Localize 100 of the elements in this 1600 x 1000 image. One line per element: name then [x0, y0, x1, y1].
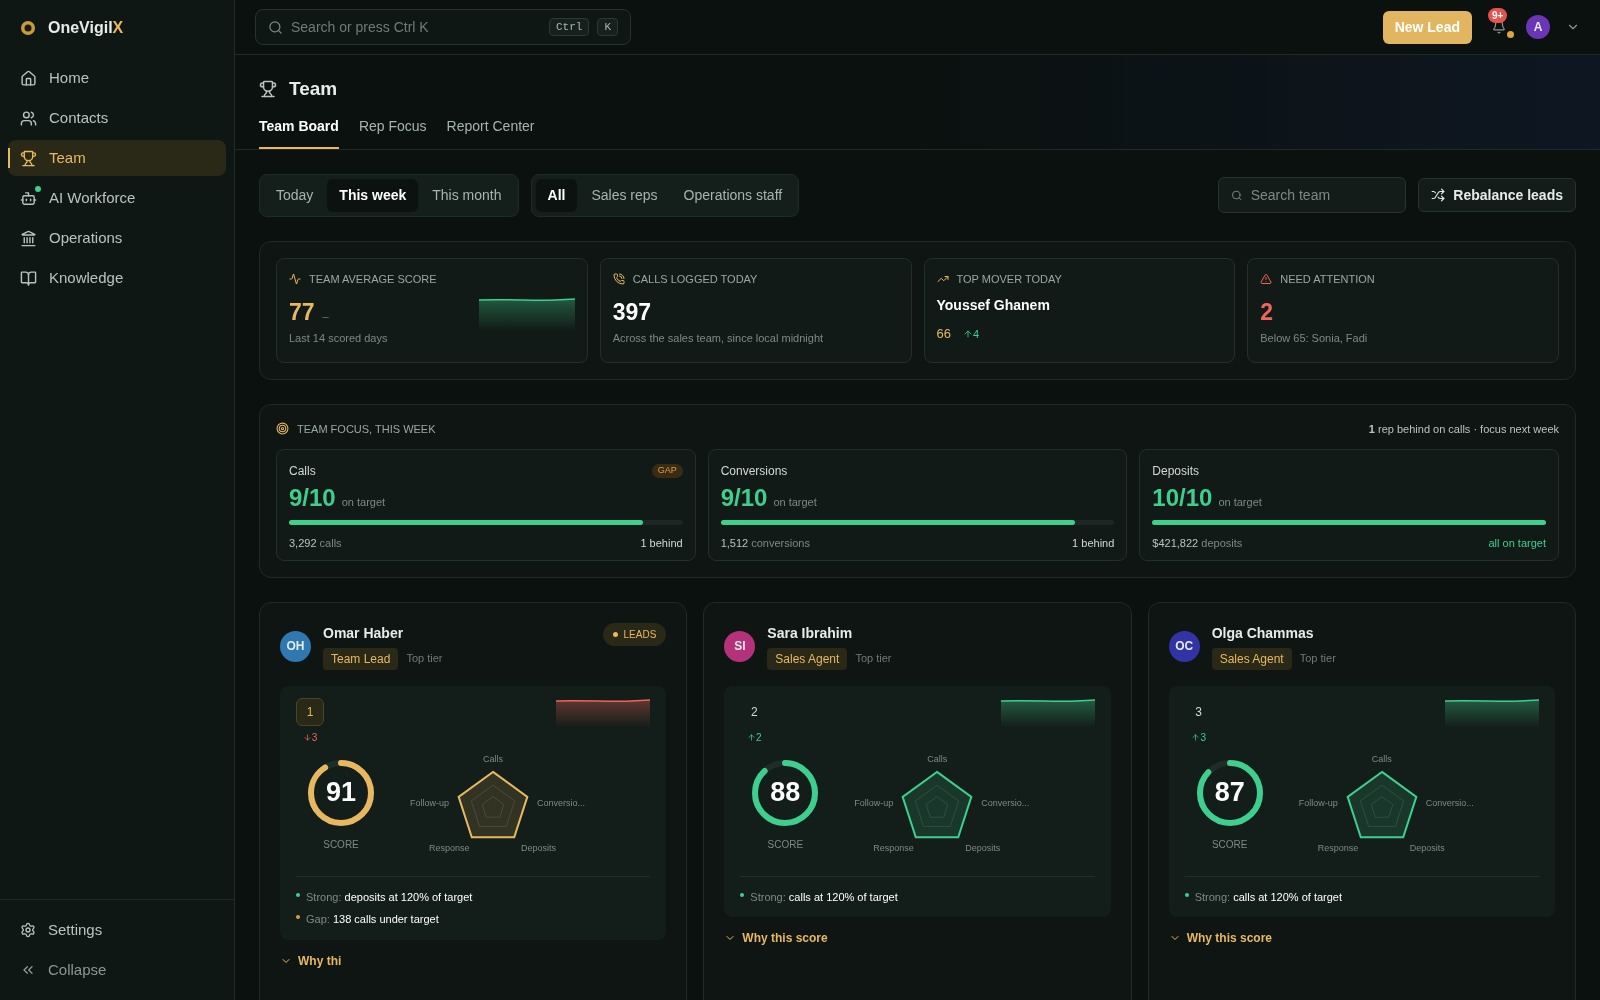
metric-suffix: on target: [341, 495, 386, 510]
radar-axis-label: Follow-up: [854, 797, 894, 811]
sparkline-icon: [1000, 697, 1095, 728]
user-avatar[interactable]: A: [1526, 15, 1550, 39]
sparkline-icon: [556, 697, 651, 728]
logo-icon: [20, 20, 36, 36]
nav-icon: [20, 189, 37, 207]
rebalance-leads-button[interactable]: Rebalance leads: [1418, 178, 1576, 212]
radar-axis-label: Calls: [1370, 752, 1393, 766]
mover-delta: 4: [962, 325, 980, 342]
leads-badge: LEADS: [602, 622, 667, 646]
nav-icon: [20, 229, 37, 247]
metric-suffix: on target: [773, 495, 817, 510]
settings-button[interactable]: Settings: [8, 912, 226, 948]
filter-tab[interactable]: This month: [420, 178, 514, 212]
nav-item[interactable]: Home: [8, 60, 226, 96]
stat-value: 77: [289, 298, 315, 327]
score-label: SCORE: [767, 837, 804, 852]
nav-item[interactable]: Team: [8, 140, 226, 176]
why-score-toggle[interactable]: Why thi: [280, 951, 342, 970]
stat-label: TEAM AVERAGE SCORE: [309, 271, 437, 287]
page-tab[interactable]: Rep Focus: [358, 115, 427, 149]
page-tab[interactable]: Report Center: [446, 115, 535, 149]
note-text: Gap: 138 calls under target: [306, 912, 439, 927]
filter-tab[interactable]: This week: [327, 178, 419, 212]
stat-label: CALLS LOGGED TODAY: [632, 271, 758, 287]
metric-count: 3,292 calls: [289, 536, 342, 551]
nav-icon: [20, 149, 37, 167]
trophy-icon: [259, 80, 277, 99]
metric-status: 1 behind: [640, 536, 683, 551]
metric-suffix: on target: [1218, 495, 1262, 510]
radar-axis-label: Follow-up: [1298, 797, 1338, 811]
metric-label: Calls: [289, 463, 316, 480]
notification-badge: 9+: [1488, 8, 1508, 23]
tier-label: Top tier: [1299, 651, 1336, 667]
filter-tab[interactable]: Operations staff: [671, 178, 795, 212]
stat-note: Below 65: Sonia, Fadi: [1260, 330, 1369, 346]
radar-axis-label: Conversio...: [537, 797, 586, 811]
note-text: Strong: deposits at 120% of target: [306, 889, 473, 905]
rank-number: 2: [750, 703, 759, 721]
role-tag: Team Lead: [323, 647, 399, 670]
nav-item[interactable]: Contacts: [8, 100, 226, 136]
gap-badge: GAP: [651, 464, 683, 478]
rep-name: Olga Chammas: [1211, 623, 1315, 643]
stat-note: Across the sales team, since local midnight: [612, 330, 825, 346]
search-field[interactable]: Search or press Ctrl K Ctrl K: [255, 9, 631, 45]
team-search-field[interactable]: Search team: [1218, 177, 1407, 213]
rank-number: 1: [296, 697, 324, 726]
note-text: Strong: calls at 120% of target: [750, 889, 898, 905]
search-icon: [268, 19, 283, 35]
stat-icon: [289, 272, 301, 285]
rank-change: 3: [302, 729, 318, 745]
nav-icon: [20, 69, 37, 87]
nav-item[interactable]: AI Workforce: [8, 180, 226, 216]
rep-avatar: SI: [724, 630, 756, 662]
keyboard-key: Ctrl: [549, 17, 590, 37]
score-value: 88: [770, 776, 801, 810]
tier-label: Top tier: [406, 651, 443, 667]
why-score-toggle[interactable]: Why this score: [1168, 929, 1272, 947]
rank-change: 3: [1191, 729, 1206, 745]
radar-axis-label: Calls: [482, 752, 504, 766]
filter-tab[interactable]: All: [535, 178, 578, 212]
metric-count: $421,822 deposits: [1152, 536, 1243, 551]
team-search-input[interactable]: Search team: [1250, 184, 1394, 206]
score-value: 87: [1214, 776, 1245, 810]
shuffle-icon: [1431, 188, 1446, 202]
metric-status: all on target: [1488, 536, 1546, 551]
keyboard-key: K: [597, 17, 618, 37]
radar-axis-label: Calls: [926, 752, 949, 766]
rank-number: 3: [1194, 703, 1203, 721]
nav-item[interactable]: Operations: [8, 220, 226, 256]
page-tab[interactable]: Team Board: [259, 115, 339, 149]
role-tag: Sales Agent: [767, 647, 848, 670]
radar-axis-label: Conversio...: [981, 797, 1030, 811]
metric-status: 1 behind: [1072, 536, 1115, 551]
rep-avatar: OH: [280, 630, 311, 662]
sparkline-icon: [1445, 697, 1539, 728]
score-value: 91: [325, 776, 356, 810]
settings-icon: [20, 922, 36, 938]
why-score-toggle[interactable]: Why this score: [724, 929, 828, 947]
stat-value: Youssef Ghanem: [936, 296, 1051, 315]
target-icon: [276, 422, 289, 436]
note-text: Strong: calls at 120% of target: [1194, 889, 1343, 905]
stat-label: NEED ATTENTION: [1280, 271, 1375, 287]
nav-item[interactable]: Knowledge: [8, 260, 226, 296]
focus-title: TEAM FOCUS, THIS WEEK: [297, 421, 436, 437]
stat-note: Last 14 scored days: [289, 330, 389, 346]
filter-tab[interactable]: Today: [264, 178, 326, 212]
metric-label: Conversions: [720, 463, 788, 480]
tier-label: Top tier: [855, 651, 892, 667]
brand-name: OneVigilX: [48, 18, 124, 38]
rep-avatar: OC: [1168, 630, 1200, 662]
filter-tab[interactable]: Sales reps: [579, 178, 670, 212]
sparkline-icon: [478, 296, 575, 331]
collapse-button[interactable]: Collapse: [8, 952, 226, 988]
search-icon: [1231, 188, 1243, 202]
focus-summary: 1 rep behind on calls · focus next week: [1368, 421, 1559, 437]
search-input[interactable]: Search or press Ctrl K: [291, 16, 541, 38]
bell-icon[interactable]: [1492, 20, 1506, 34]
radar-axis-label: Conversio...: [1425, 797, 1474, 811]
